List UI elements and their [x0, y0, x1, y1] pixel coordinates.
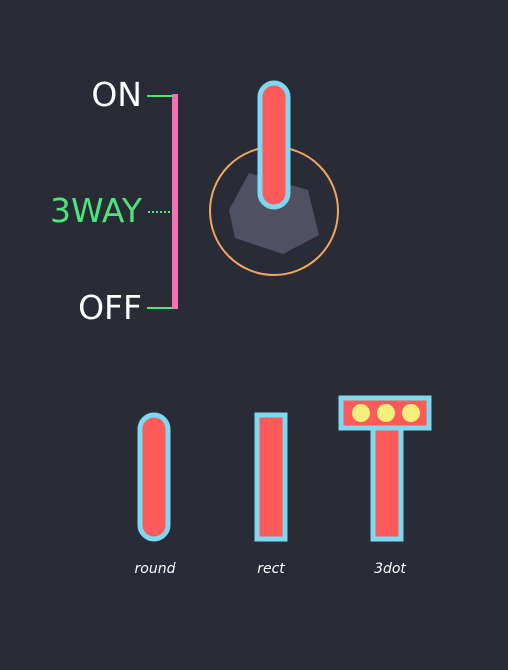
- three-dot-lever-stem: [370, 424, 404, 542]
- round-caption: round: [134, 561, 176, 577]
- round-lever-sample[interactable]: [137, 412, 171, 542]
- dot-2: [377, 404, 395, 422]
- dot-1: [352, 404, 370, 422]
- three-dot-lever-sample[interactable]: [338, 395, 432, 542]
- dot-3: [402, 404, 420, 422]
- rect-lever-sample[interactable]: [254, 412, 288, 542]
- threedot-caption: 3dot: [374, 561, 406, 577]
- toggle-lever[interactable]: [257, 80, 291, 210]
- rect-caption: rect: [257, 561, 285, 577]
